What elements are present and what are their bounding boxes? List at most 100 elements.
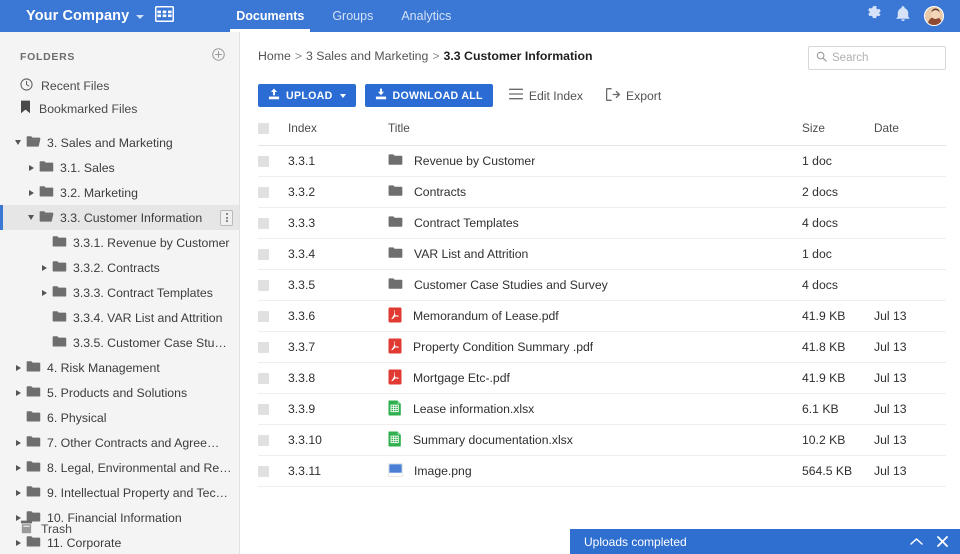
sidebar-tree-item-label: 5. Products and Solutions	[47, 385, 188, 400]
avatar[interactable]	[924, 6, 944, 26]
sidebar-tree-item[interactable]: 5. Products and Solutions	[0, 380, 239, 405]
sidebar-tree-item[interactable]: 9. Intellectual Property and Tec…	[0, 480, 239, 505]
sidebar-tree-item[interactable]: 6. Physical	[0, 405, 239, 430]
row-size: 1 doc	[802, 238, 874, 270]
chevron-down-icon[interactable]	[12, 140, 24, 145]
table-row[interactable]: 3.3.2 Contracts 2 docs	[258, 176, 946, 208]
folder-options-button[interactable]	[220, 209, 233, 226]
table-row[interactable]: 3.3.5 Customer Case Studies and Survey 4 d…	[258, 269, 946, 301]
sidebar-item-trash[interactable]: Trash	[0, 517, 239, 540]
tab-documents[interactable]: Documents	[222, 0, 318, 32]
row-checkbox[interactable]	[258, 403, 269, 415]
row-checkbox[interactable]	[258, 248, 269, 260]
export-button[interactable]: Export	[599, 84, 668, 107]
row-title[interactable]: Revenue by Customer	[414, 154, 535, 168]
row-title-cell: Lease information.xlsx	[388, 393, 802, 425]
row-title[interactable]: Summary documentation.xlsx	[413, 433, 573, 447]
gear-icon[interactable]	[867, 6, 882, 26]
select-all-checkbox[interactable]	[258, 122, 269, 134]
chevron-right-icon[interactable]	[12, 389, 24, 396]
row-checkbox[interactable]	[258, 155, 269, 167]
breadcrumb-item-sales-and-marketing[interactable]: 3 Sales and Marketing	[306, 49, 428, 63]
chevron-right-icon[interactable]	[12, 539, 24, 546]
chevron-up-icon[interactable]	[910, 537, 923, 546]
tab-analytics[interactable]: Analytics	[387, 0, 465, 32]
tab-groups[interactable]: Groups	[318, 0, 387, 32]
breadcrumb-item-home[interactable]: Home	[258, 49, 291, 63]
sidebar-tree-item[interactable]: 3.3.4. VAR List and Attrition	[0, 305, 239, 330]
edit-index-button[interactable]: Edit Index	[502, 84, 590, 107]
uploads-toast: Uploads completed	[570, 529, 960, 554]
table-row[interactable]: 3.3.4 VAR List and Attrition 1 doc	[258, 238, 946, 270]
table-row[interactable]: 3.3.11 Image.png 564.5 KB Jul 13	[258, 455, 946, 487]
sidebar-tree-item[interactable]: 4. Risk Management	[0, 355, 239, 380]
table-row[interactable]: 3.3.8 Mortgage Etc-.pdf 41.9 KB Jul 13	[258, 362, 946, 394]
row-title-cell: Image.png	[388, 455, 802, 487]
download-all-button[interactable]: DOWNLOAD ALL	[364, 84, 493, 107]
search-input[interactable]: Search	[808, 46, 946, 70]
row-title-cell: Mortgage Etc-.pdf	[388, 362, 802, 394]
table-row[interactable]: 3.3.3 Contract Templates 4 docs	[258, 207, 946, 239]
sidebar-item-recent-files[interactable]: Recent Files	[0, 74, 239, 97]
row-select-cell	[258, 331, 288, 363]
row-title[interactable]: VAR List and Attrition	[414, 247, 528, 261]
sidebar-tree-item[interactable]: 3.2. Marketing	[0, 180, 239, 205]
row-title[interactable]: Customer Case Studies and Survey	[414, 278, 608, 292]
row-title-cell: VAR List and Attrition	[388, 238, 802, 270]
sidebar-tree-item[interactable]: 8. Legal, Environmental and Re…	[0, 455, 239, 480]
row-title[interactable]: Lease information.xlsx	[413, 402, 534, 416]
row-title[interactable]: Property Condition Summary .pdf	[413, 340, 593, 354]
chevron-right-icon[interactable]	[12, 464, 24, 471]
table-row[interactable]: 3.3.10 Summary documentation.xlsx 10.2 KB J…	[258, 424, 946, 456]
row-checkbox[interactable]	[258, 310, 269, 322]
chevron-right-icon[interactable]	[12, 439, 24, 446]
grid-icon[interactable]	[155, 5, 175, 27]
row-checkbox[interactable]	[258, 341, 269, 353]
chevron-right-icon[interactable]	[38, 289, 50, 296]
row-checkbox[interactable]	[258, 434, 269, 446]
brand-menu[interactable]: Your Company	[0, 0, 175, 32]
sidebar-tree-item[interactable]: 3. Sales and Marketing	[0, 130, 239, 155]
row-title[interactable]: Image.png	[414, 464, 472, 478]
column-header-index[interactable]: Index	[288, 121, 388, 146]
sidebar-tree-item[interactable]: 7. Other Contracts and Agree…	[0, 430, 239, 455]
chevron-right-icon[interactable]	[12, 489, 24, 496]
sidebar-tree-item[interactable]: 3.1. Sales	[0, 155, 239, 180]
row-title[interactable]: Mortgage Etc-.pdf	[413, 371, 510, 385]
close-icon[interactable]	[937, 536, 948, 547]
folder-icon	[26, 435, 41, 450]
row-checkbox[interactable]	[258, 279, 269, 291]
row-checkbox[interactable]	[258, 186, 269, 198]
column-header-title[interactable]: Title	[388, 121, 802, 146]
row-checkbox[interactable]	[258, 217, 269, 229]
column-header-date[interactable]: Date	[874, 121, 946, 146]
chevron-right-icon[interactable]	[25, 164, 37, 171]
table-row[interactable]: 3.3.7 Property Condition Summary .pdf 41.8…	[258, 331, 946, 363]
plus-circle-icon[interactable]	[212, 48, 225, 66]
row-title[interactable]: Contract Templates	[414, 216, 519, 230]
upload-button[interactable]: UPLOAD	[258, 84, 356, 107]
row-date: Jul 13	[874, 331, 946, 363]
table-row[interactable]: 3.3.6 Memorandum of Lease.pdf 41.9 KB Jul 1…	[258, 300, 946, 332]
table-row[interactable]: 3.3.9 Lease information.xlsx 6.1 KB Jul 13	[258, 393, 946, 425]
chevron-right-icon[interactable]	[38, 264, 50, 271]
sidebar-tree-item[interactable]: 3.3.5. Customer Case Studi…	[0, 330, 239, 355]
row-checkbox[interactable]	[258, 372, 269, 384]
column-header-size[interactable]: Size	[802, 121, 874, 146]
top-navigation-bar: Your Company Documents Groups Analytics	[0, 0, 960, 32]
bell-icon[interactable]	[896, 6, 910, 26]
table-row[interactable]: 3.3.1 Revenue by Customer 1 doc	[258, 145, 946, 177]
sidebar-tree-item-label: 3.2. Marketing	[60, 185, 138, 200]
sidebar-tree-item[interactable]: 3.3.2. Contracts	[0, 255, 239, 280]
row-title[interactable]: Contracts	[414, 185, 466, 199]
sidebar-tree-item[interactable]: 3.3. Customer Information	[0, 205, 239, 230]
row-checkbox[interactable]	[258, 465, 269, 477]
chevron-down-icon[interactable]	[25, 215, 37, 220]
row-title[interactable]: Memorandum of Lease.pdf	[413, 309, 559, 323]
sidebar-tree-item[interactable]: 3.3.3. Contract Templates	[0, 280, 239, 305]
sidebar-tree-item[interactable]: 3.3.1. Revenue by Customer	[0, 230, 239, 255]
chevron-right-icon[interactable]	[25, 189, 37, 196]
chevron-right-icon[interactable]	[12, 364, 24, 371]
sidebar-item-bookmarked-files[interactable]: Bookmarked Files	[0, 97, 239, 120]
folder-icon	[26, 385, 41, 400]
